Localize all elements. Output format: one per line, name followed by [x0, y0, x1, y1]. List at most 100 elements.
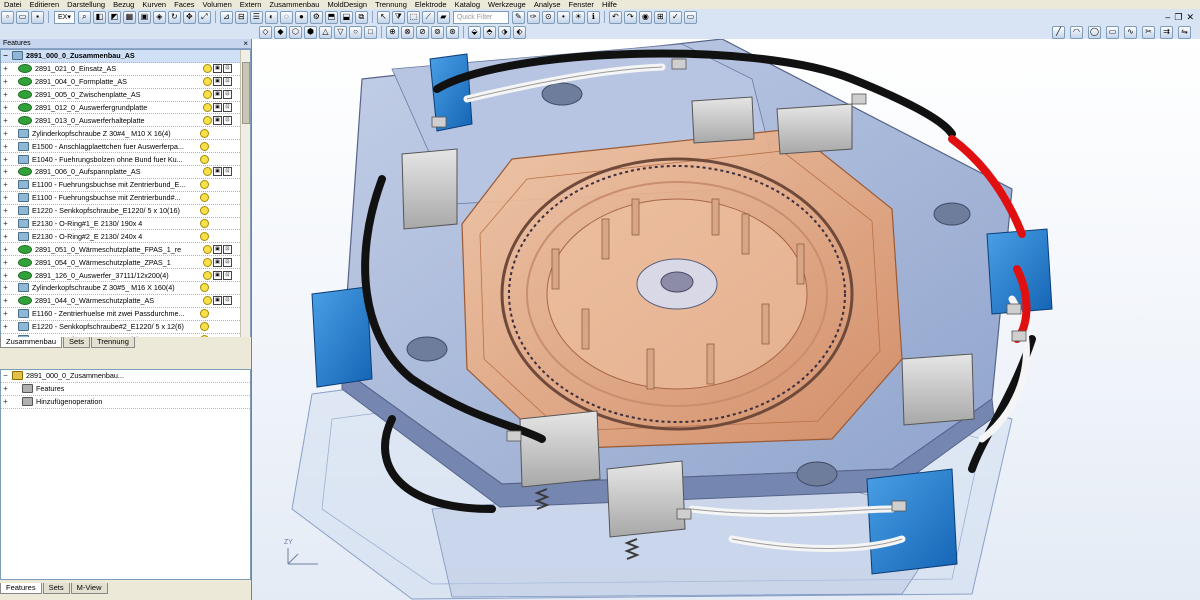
edge-icon[interactable]: ⟋ [421, 10, 435, 24]
tool-h-icon[interactable]: □ [364, 25, 377, 39]
lock-flag-icon[interactable]: ▣ [213, 257, 222, 267]
visibility-bulb-icon[interactable] [203, 90, 212, 100]
expand-icon[interactable]: + [1, 245, 10, 254]
tree-row[interactable]: + E1220 - Senkkopfschraube#2_E1220/ 5 x 1… [1, 321, 250, 334]
tab-features[interactable]: Features [0, 583, 42, 594]
expand-icon[interactable]: + [1, 322, 10, 331]
menu-item[interactable]: Volumen [199, 0, 236, 9]
tool-e-icon[interactable]: △ [319, 25, 332, 39]
tool-n-icon[interactable]: ⬙ [468, 25, 481, 39]
tree-row[interactable]: + E1160 - Zentrierhuelse mit zwei Passdur… [1, 308, 250, 321]
menu-item[interactable]: Kurven [138, 0, 170, 9]
visibility-bulb-icon[interactable] [200, 231, 209, 241]
collapse-icon[interactable]: − [1, 371, 10, 380]
tree-scrollbar[interactable] [240, 50, 250, 338]
screen-icon[interactable]: ▭ [683, 10, 697, 24]
visibility-bulb-icon[interactable] [200, 309, 209, 319]
expand-icon[interactable]: + [1, 90, 10, 99]
tree-row[interactable]: + E1220 - Senkkopfschraube_E1220/ 5 x 10(… [1, 205, 250, 218]
feature-root[interactable]: − 2891_000_0_Zusammenbau... [1, 370, 250, 383]
menu-item[interactable]: Fenster [565, 0, 598, 9]
tab-trennung[interactable]: Trennung [91, 337, 135, 348]
lock-flag-icon[interactable]: ▣ [213, 64, 222, 74]
visibility-bulb-icon[interactable] [203, 103, 212, 112]
hide-icon[interactable]: ◌ [279, 10, 293, 24]
menu-item[interactable]: Faces [170, 0, 198, 9]
tree-row[interactable]: +2891_013_0_Auswerferhalteplatte ▣ ⊡ [1, 114, 250, 128]
visibility-bulb-icon[interactable] [203, 244, 212, 254]
lock-flag-icon[interactable]: ▣ [213, 244, 222, 254]
paint-icon[interactable]: ✑ [526, 10, 540, 24]
expand-icon[interactable]: + [1, 206, 10, 215]
visibility-bulb-icon[interactable] [203, 167, 212, 177]
link-flag-icon[interactable]: ⊡ [223, 77, 232, 87]
tree-row[interactable]: +2891_006_0_Aufspannplatte_AS ▣ ⊡ [1, 166, 250, 179]
collapse-icon[interactable]: − [1, 51, 10, 60]
point-icon[interactable]: • [556, 10, 570, 24]
tree-root[interactable]: − 2891_000_0_Zusammenbau_AS [1, 50, 250, 63]
menu-item[interactable]: Darstellung [63, 0, 109, 9]
undo-icon[interactable]: ↶ [608, 10, 622, 24]
mold-icon[interactable]: ⬒ [324, 10, 338, 24]
tool-q-icon[interactable]: ⬖ [513, 25, 526, 39]
tool-f-icon[interactable]: ▽ [334, 25, 347, 39]
tree-row[interactable]: +2891_126_0_Auswerfer_37111/12x200(4) ▣ ⊡ [1, 269, 250, 283]
zoom-icon[interactable]: ⌕ [77, 10, 91, 24]
tree-row[interactable]: +2891_044_0_Wärmeschutzplatte_AS ▣ ⊡ [1, 295, 250, 308]
offset-icon[interactable]: ⇉ [1160, 25, 1173, 39]
tree-row[interactable]: +2891_051_0_Wärmeschutzplatte_FPAS_1_re ▣… [1, 243, 250, 257]
expand-icon[interactable]: + [1, 193, 10, 202]
lock-flag-icon[interactable]: ▣ [213, 77, 222, 87]
save-icon[interactable]: ▪ [31, 10, 44, 24]
visibility-bulb-icon[interactable] [203, 77, 212, 87]
visibility-bulb-icon[interactable] [203, 270, 212, 280]
box-select-icon[interactable]: ⬚ [406, 10, 420, 24]
face-icon[interactable]: ▰ [436, 10, 450, 24]
rotate-icon[interactable]: ↻ [167, 10, 181, 24]
visibility-bulb-icon[interactable] [200, 206, 209, 216]
new-icon[interactable]: ▫ [1, 10, 14, 24]
open-icon[interactable]: ▭ [16, 10, 29, 24]
check-icon[interactable]: ✓ [668, 10, 682, 24]
menu-item[interactable]: Editieren [26, 0, 64, 9]
tool-a-icon[interactable]: ◇ [259, 25, 272, 39]
line-icon[interactable]: ╱ [1052, 25, 1065, 39]
menu-item[interactable]: Extern [236, 0, 266, 9]
circle-icon[interactable]: ◯ [1088, 25, 1101, 39]
tool-j-icon[interactable]: ⊗ [401, 25, 414, 39]
tool-c-icon[interactable]: ⬡ [289, 25, 302, 39]
lock-flag-icon[interactable]: ▣ [213, 103, 222, 112]
visibility-bulb-icon[interactable] [203, 257, 212, 267]
snap-icon[interactable]: ⊙ [541, 10, 555, 24]
scroll-thumb[interactable] [242, 62, 250, 124]
lock-flag-icon[interactable]: ▣ [213, 270, 222, 280]
tool-b-icon[interactable]: ◆ [274, 25, 287, 39]
visibility-bulb-icon[interactable] [200, 322, 209, 332]
tool-d-icon[interactable]: ⬢ [304, 25, 317, 39]
expand-icon[interactable]: + [1, 232, 10, 241]
expand-icon[interactable]: + [1, 142, 10, 151]
expand-icon[interactable]: + [1, 283, 10, 292]
rect-icon[interactable]: ▭ [1106, 25, 1119, 39]
link-flag-icon[interactable]: ⊡ [223, 64, 232, 74]
tab-sets[interactable]: Sets [63, 337, 91, 348]
menu-item[interactable]: Hilfe [598, 0, 621, 9]
show-icon[interactable]: ● [294, 10, 308, 24]
tree-row[interactable]: + E1500 - Anschlagplaettchen fuer Auswerf… [1, 140, 250, 154]
expand-icon[interactable]: + [1, 180, 10, 189]
menu-item[interactable]: Bezug [109, 0, 138, 9]
expand-icon[interactable]: + [1, 103, 10, 112]
link-flag-icon[interactable]: ⊡ [223, 115, 232, 125]
ex-dropdown[interactable]: EX ▾ [54, 10, 75, 24]
lock-flag-icon[interactable]: ▣ [213, 296, 222, 306]
expand-icon[interactable]: + [1, 155, 10, 164]
tool-l-icon[interactable]: ⊚ [431, 25, 444, 39]
visibility-bulb-icon[interactable] [203, 115, 212, 125]
expand-icon[interactable]: + [1, 258, 10, 267]
tool-m-icon[interactable]: ⊛ [446, 25, 459, 39]
mirror-icon[interactable]: ⇋ [1178, 25, 1191, 39]
info-icon[interactable]: ℹ [586, 10, 600, 24]
tree-row[interactable]: + E2130 - O-Ring#1_E 2130/ 190x 4 [1, 218, 250, 231]
lock-flag-icon[interactable]: ▣ [213, 90, 222, 100]
link-flag-icon[interactable]: ⊡ [223, 296, 232, 306]
